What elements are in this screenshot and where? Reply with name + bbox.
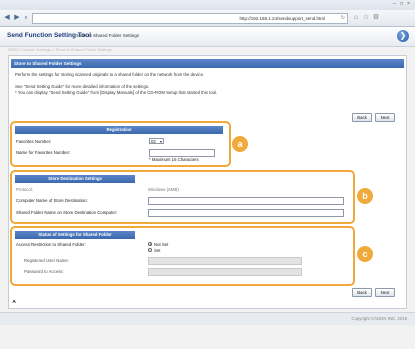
computer-name-label: Computer Name of Store Destination:: [16, 198, 88, 203]
app-header: Send Function Setting Tool Store to Shar…: [0, 27, 415, 47]
home-icon[interactable]: ⌂: [352, 14, 360, 22]
gear-icon[interactable]: ⚙: [372, 14, 380, 22]
url-input[interactable]: http://192.168.1.24/sendsupport_send.htm…: [32, 13, 348, 24]
favorites-number-value: 02: [151, 139, 156, 144]
destination-section: Store Destination Settings Protocol: Win…: [10, 170, 355, 224]
window-titlebar: – □ ×: [0, 0, 415, 10]
browser-window: – □ × ◀ ▶ ⌕ http://192.168.1.24/sendsupp…: [0, 0, 415, 349]
callout-a: a: [232, 136, 248, 152]
forward-nav-icon[interactable]: ▶: [13, 14, 21, 22]
star-icon[interactable]: ☆: [362, 14, 370, 22]
computer-name-input[interactable]: [148, 197, 344, 205]
next-arrow-icon[interactable]: ❯: [397, 30, 409, 42]
maximize-icon[interactable]: □: [399, 2, 404, 7]
address-bar: ◀ ▶ ⌕ http://192.168.1.24/sendsupport_se…: [0, 10, 415, 27]
protocol-label: Protocol:: [16, 187, 33, 192]
breadcrumb: SEND Function Settings > Store to Shared…: [8, 47, 112, 52]
page-breadcrumb: Store to Shared Folder Settings: [76, 33, 140, 38]
destination-title: Store Destination Settings: [15, 175, 135, 183]
chevron-down-icon: ▾: [159, 139, 162, 144]
not-set-radio[interactable]: [148, 242, 152, 246]
footer: Copyright CANON INC. 2015: [0, 312, 415, 325]
max-characters-note: * Maximum 16 Characters: [149, 157, 199, 162]
settings-panel: Store to Shared Folder Settings Perform …: [8, 55, 407, 309]
panel-title: Store to Shared Folder Settings: [11, 59, 404, 68]
copyright-text: Copyright CANON INC. 2015: [351, 316, 407, 321]
protocol-value: Windows (SMB): [148, 187, 179, 192]
password-label: Password to Access:: [24, 269, 64, 274]
shared-folder-input[interactable]: [148, 209, 344, 217]
favorites-number-select[interactable]: 02 ▾: [149, 138, 164, 144]
search-icon[interactable]: ⌕: [22, 14, 30, 22]
panel-description-3: * You can display "Send Setting Guide" f…: [15, 90, 218, 95]
next-button-bottom[interactable]: Next: [375, 288, 395, 297]
registered-user-input[interactable]: [148, 257, 302, 265]
back-button-bottom[interactable]: Back: [352, 288, 372, 297]
next-button[interactable]: Next: [375, 113, 395, 122]
access-restriction-label: Access Restriction to Shared Folder:: [16, 242, 86, 247]
back-nav-icon[interactable]: ◀: [3, 14, 11, 22]
shared-folder-label: Shared Folder Name on Store Destination …: [16, 210, 118, 215]
panel-description-2: See "Send Setting Guide" for more detail…: [15, 84, 150, 89]
registration-title: Registration: [15, 126, 223, 134]
url-text: http://192.168.1.24/sendsupport_send.htm…: [239, 16, 325, 21]
favorites-number-label: Favorites Number:: [16, 139, 52, 144]
favorites-name-input[interactable]: [149, 149, 215, 157]
set-radio[interactable]: [148, 248, 152, 252]
favorites-name-label: Name for Favorites Number:: [16, 150, 71, 155]
set-label: Set: [154, 247, 161, 253]
password-input[interactable]: [148, 268, 302, 276]
page-top-icon[interactable]: ⮝: [12, 299, 16, 305]
registered-user-label: Registered User Name:: [24, 258, 69, 263]
panel-description-1: Perform the settings for storing scanned…: [15, 72, 205, 77]
refresh-icon[interactable]: ↻: [341, 14, 345, 23]
status-section: Status of Settings for Shared Folder Acc…: [10, 226, 355, 286]
close-icon[interactable]: ×: [406, 2, 411, 7]
back-button[interactable]: Back: [352, 113, 372, 122]
registration-section: Registration Favorites Number: 02 ▾ Name…: [10, 121, 231, 167]
callout-b: b: [357, 188, 373, 204]
callout-c: c: [357, 246, 373, 262]
minimize-icon[interactable]: –: [392, 2, 397, 7]
status-title: Status of Settings for Shared Folder: [15, 231, 135, 239]
not-set-label: Not Set: [154, 241, 169, 247]
